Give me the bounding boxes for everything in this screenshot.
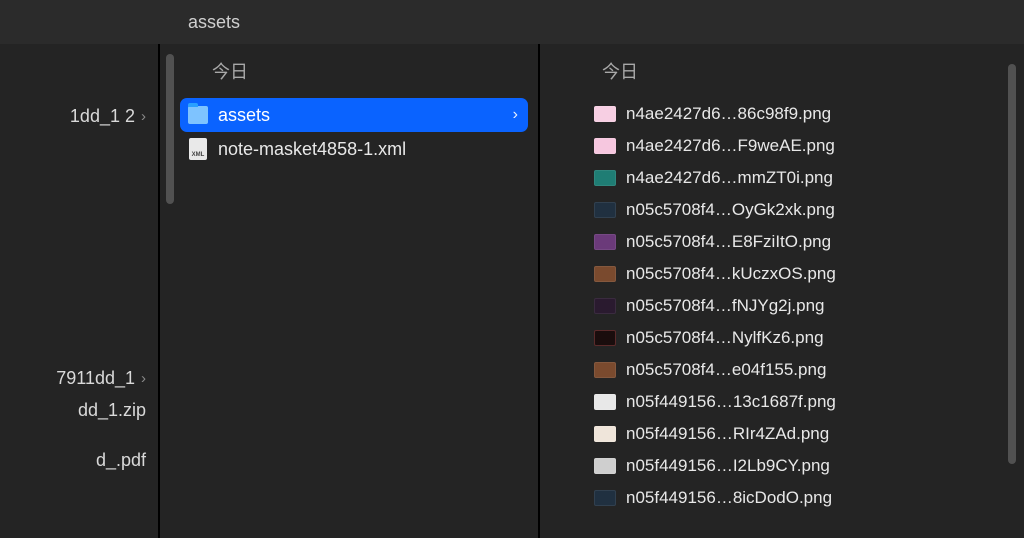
item-label: n05f449156…I2Lb9CY.png	[626, 456, 984, 476]
item-label: assets	[218, 105, 503, 126]
item-label: n05f449156…RIr4ZAd.png	[626, 424, 984, 444]
chevron-right-icon: ›	[513, 106, 518, 124]
item-label: d_.pdf	[96, 450, 146, 471]
item-label: note-masket4858-1.xml	[218, 139, 518, 160]
file-item[interactable]: n05f449156…RIr4ZAd.png	[586, 418, 994, 450]
file-item[interactable]: n05c5708f4…e04f155.png	[586, 354, 994, 386]
chevron-right-icon: ›	[141, 370, 146, 387]
file-item[interactable]: n05c5708f4…NylfKz6.png	[586, 322, 994, 354]
column-2-list: assets › XML note-masket4858-1.xml	[160, 94, 538, 166]
section-header: 今日	[540, 44, 1024, 94]
finder-columns: 1dd_1 2 › 7911dd_1 › dd_1.zip d_.pdf 今日	[0, 44, 1024, 538]
list-item[interactable]: dd_1.zip	[0, 394, 152, 426]
folder-item-assets[interactable]: assets ›	[180, 98, 528, 132]
file-item[interactable]: n05c5708f4…fNJYg2j.png	[586, 290, 994, 322]
file-item[interactable]: n05f449156…13c1687f.png	[586, 386, 994, 418]
column-2: 今日 assets › XML note-masket4858-1.xml	[160, 44, 540, 538]
list-item[interactable]: 1dd_1 2 ›	[0, 100, 152, 132]
file-item[interactable]: n05c5708f4…kUczxOS.png	[586, 258, 994, 290]
column-3: 今日 n4ae2427d6…86c98f9.png n4ae2427d6…F9we…	[540, 44, 1024, 538]
folder-icon	[188, 105, 208, 125]
file-item[interactable]: n4ae2427d6…F9weAE.png	[586, 130, 994, 162]
list-item[interactable]: 7911dd_1 ›	[0, 362, 152, 394]
image-thumbnail-icon	[594, 170, 616, 186]
image-thumbnail-icon	[594, 330, 616, 346]
item-label: n05f449156…8icDodO.png	[626, 488, 984, 508]
column-1-list: 1dd_1 2 › 7911dd_1 › dd_1.zip d_.pdf	[0, 44, 158, 476]
file-item[interactable]: n4ae2427d6…mmZT0i.png	[586, 162, 994, 194]
item-label: n05c5708f4…OyGk2xk.png	[626, 200, 984, 220]
item-label: dd_1.zip	[78, 400, 146, 421]
file-item[interactable]: n4ae2427d6…86c98f9.png	[586, 98, 994, 130]
image-thumbnail-icon	[594, 106, 616, 122]
image-thumbnail-icon	[594, 362, 616, 378]
item-label: 7911dd_1	[56, 368, 135, 389]
item-label: n05f449156…13c1687f.png	[626, 392, 984, 412]
file-item[interactable]: n05f449156…8icDodO.png	[586, 482, 994, 514]
image-thumbnail-icon	[594, 298, 616, 314]
scrollbar[interactable]	[1008, 64, 1016, 464]
item-label: n05c5708f4…NylfKz6.png	[626, 328, 984, 348]
file-item-xml[interactable]: XML note-masket4858-1.xml	[180, 132, 528, 166]
chevron-right-icon: ›	[141, 108, 146, 125]
item-label: n05c5708f4…kUczxOS.png	[626, 264, 984, 284]
list-item[interactable]: d_.pdf	[0, 444, 152, 476]
column-1: 1dd_1 2 › 7911dd_1 › dd_1.zip d_.pdf	[0, 44, 160, 538]
scrollbar[interactable]	[166, 54, 174, 204]
window-title: assets	[188, 12, 240, 33]
item-label: 1dd_1 2	[70, 106, 135, 127]
image-thumbnail-icon	[594, 394, 616, 410]
image-thumbnail-icon	[594, 458, 616, 474]
item-label: n05c5708f4…E8FziItO.png	[626, 232, 984, 252]
section-header: 今日	[160, 44, 538, 94]
image-thumbnail-icon	[594, 234, 616, 250]
xml-file-icon: XML	[188, 139, 208, 159]
image-thumbnail-icon	[594, 266, 616, 282]
file-item[interactable]: n05f449156…I2Lb9CY.png	[586, 450, 994, 482]
item-label: n4ae2427d6…F9weAE.png	[626, 136, 984, 156]
item-label: n4ae2427d6…86c98f9.png	[626, 104, 984, 124]
window-titlebar: assets	[0, 0, 1024, 44]
item-label: n05c5708f4…e04f155.png	[626, 360, 984, 380]
item-label: n05c5708f4…fNJYg2j.png	[626, 296, 984, 316]
image-thumbnail-icon	[594, 138, 616, 154]
image-thumbnail-icon	[594, 490, 616, 506]
file-item[interactable]: n05c5708f4…E8FziItO.png	[586, 226, 994, 258]
file-item[interactable]: n05c5708f4…OyGk2xk.png	[586, 194, 994, 226]
image-thumbnail-icon	[594, 202, 616, 218]
column-3-list: n4ae2427d6…86c98f9.png n4ae2427d6…F9weAE.…	[540, 94, 1024, 514]
item-label: n4ae2427d6…mmZT0i.png	[626, 168, 984, 188]
image-thumbnail-icon	[594, 426, 616, 442]
